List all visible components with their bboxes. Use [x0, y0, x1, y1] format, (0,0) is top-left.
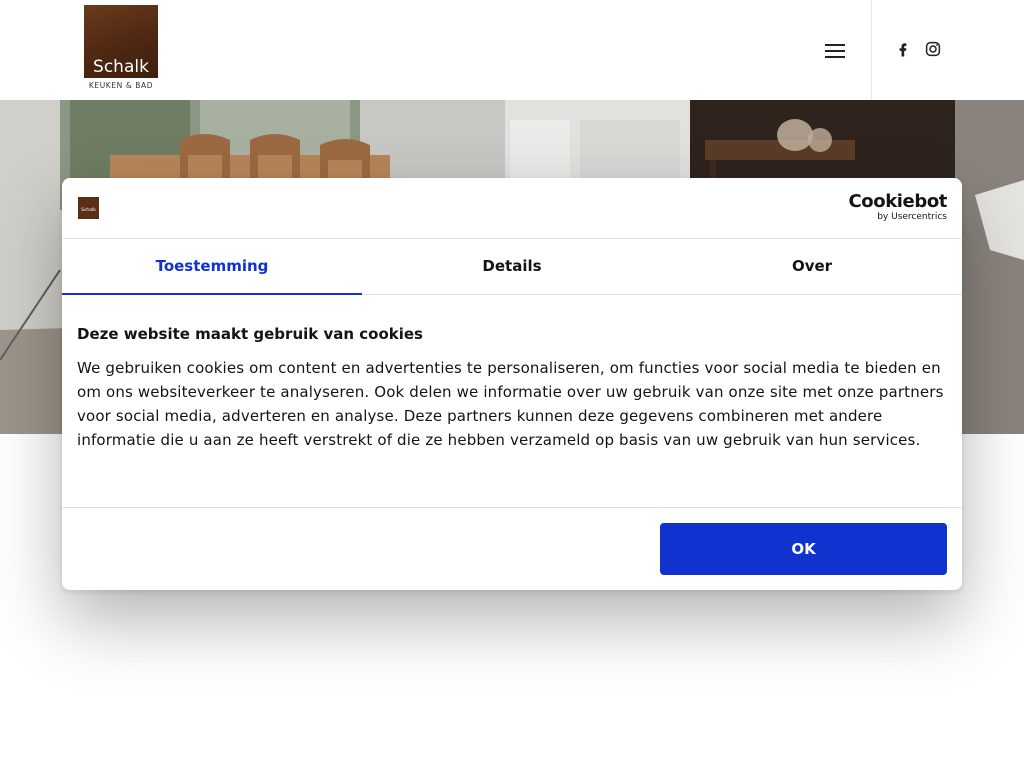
logo-name: Schalk	[93, 57, 149, 77]
tab-details[interactable]: Details	[362, 239, 662, 294]
site-logo[interactable]: Schalk KEUKEN & BAD	[84, 5, 158, 91]
dialog-tabs: Toestemming Details Over	[62, 239, 962, 295]
instagram-icon[interactable]	[924, 40, 942, 58]
dialog-header: Schalk Cookiebot by Usercentrics	[62, 178, 962, 239]
logo-subtitle: KEUKEN & BAD	[88, 81, 154, 90]
dialog-logo-text: Schalk	[81, 208, 96, 213]
tab-over[interactable]: Over	[662, 239, 962, 294]
dialog-description: We gebruiken cookies om content en adver…	[77, 359, 944, 449]
cookie-consent-dialog: Schalk Cookiebot by Usercentrics Toestem…	[62, 178, 962, 590]
dialog-footer: OK	[62, 507, 962, 591]
dialog-body: Deze website maakt gebruik van cookies W…	[77, 324, 947, 452]
dialog-logo: Schalk	[78, 197, 99, 219]
facebook-icon[interactable]	[894, 40, 912, 58]
cookiebot-name: Cookiebot	[848, 191, 947, 212]
dialog-title: Deze website maakt gebruik van cookies	[77, 325, 423, 343]
cookiebot-byline: by Usercentrics	[877, 212, 947, 222]
ok-button[interactable]: OK	[660, 523, 947, 575]
tab-toestemming[interactable]: Toestemming	[62, 239, 362, 295]
cookiebot-logo[interactable]: Cookiebot by Usercentrics	[848, 192, 947, 223]
header-divider	[871, 0, 872, 100]
site-header: Schalk KEUKEN & BAD	[0, 0, 1024, 100]
hamburger-icon[interactable]	[822, 40, 848, 62]
